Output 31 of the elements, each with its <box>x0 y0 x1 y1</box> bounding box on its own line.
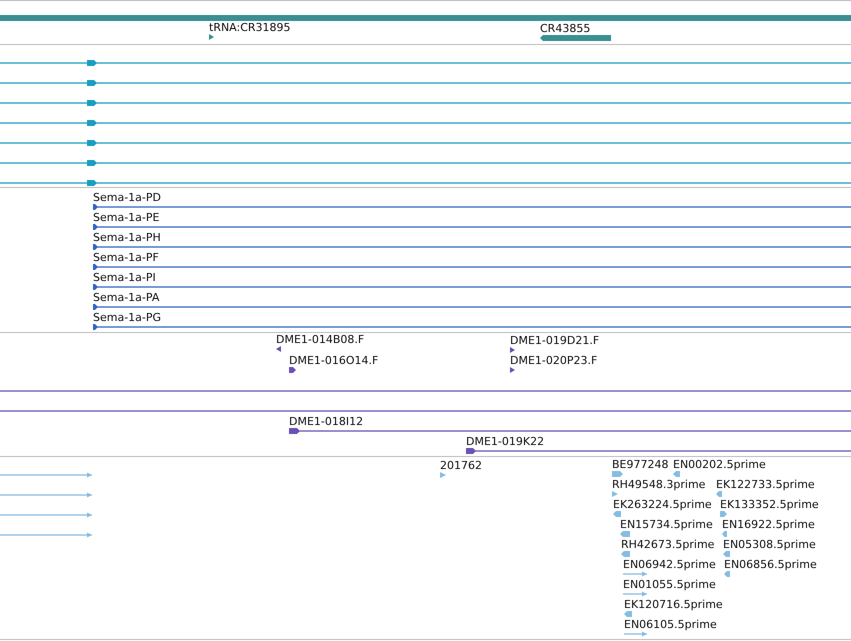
feature-label: EK122733.5prime <box>716 479 815 491</box>
feature-label: EN06942.5prime <box>623 559 716 571</box>
feature-label: Sema-1a-PE <box>93 212 160 224</box>
feature-label: CR43855 <box>540 23 590 35</box>
feature-label: DME1-020P23.F <box>510 355 598 367</box>
feature-label: EN06105.5prime <box>624 619 717 631</box>
feature-label: tRNA:CR31895 <box>209 22 291 34</box>
feature-label: DME1-014B08.F <box>276 334 364 346</box>
feature-label: EK263224.5prime <box>613 499 712 511</box>
feature-label: RH42673.5prime <box>621 539 714 551</box>
feature-label: EK133352.5prime <box>720 499 819 511</box>
feature-label: DME1-016O14.F <box>289 355 378 367</box>
feature-label: DME1-019D21.F <box>510 335 600 347</box>
feature-label: EN01055.5prime <box>623 579 716 591</box>
feature-label: EN05308.5prime <box>723 539 816 551</box>
feature-label: EN16922.5prime <box>722 519 815 531</box>
feature-label: EN06856.5prime <box>724 559 817 571</box>
feature-label: EK120716.5prime <box>624 599 723 611</box>
feature-label: Sema-1a-PI <box>93 272 156 284</box>
feature-label: Sema-1a-PG <box>93 312 162 324</box>
feature-label: RH49548.3prime <box>612 479 706 491</box>
feature-label: Sema-1a-PH <box>93 232 161 244</box>
feature-label: 201762 <box>440 460 482 472</box>
feature-label: BE977248 <box>612 459 668 471</box>
feature-label: Sema-1a-PD <box>93 192 161 204</box>
feature-label: DME1-019K22 <box>466 436 544 448</box>
feature-label: EN00202.5prime <box>673 459 766 471</box>
feature-label: EN15734.5prime <box>620 519 713 531</box>
feature-label: Sema-1a-PA <box>93 292 160 304</box>
feature-label: Sema-1a-PF <box>93 252 159 264</box>
feature-label: DME1-018I12 <box>289 416 364 428</box>
